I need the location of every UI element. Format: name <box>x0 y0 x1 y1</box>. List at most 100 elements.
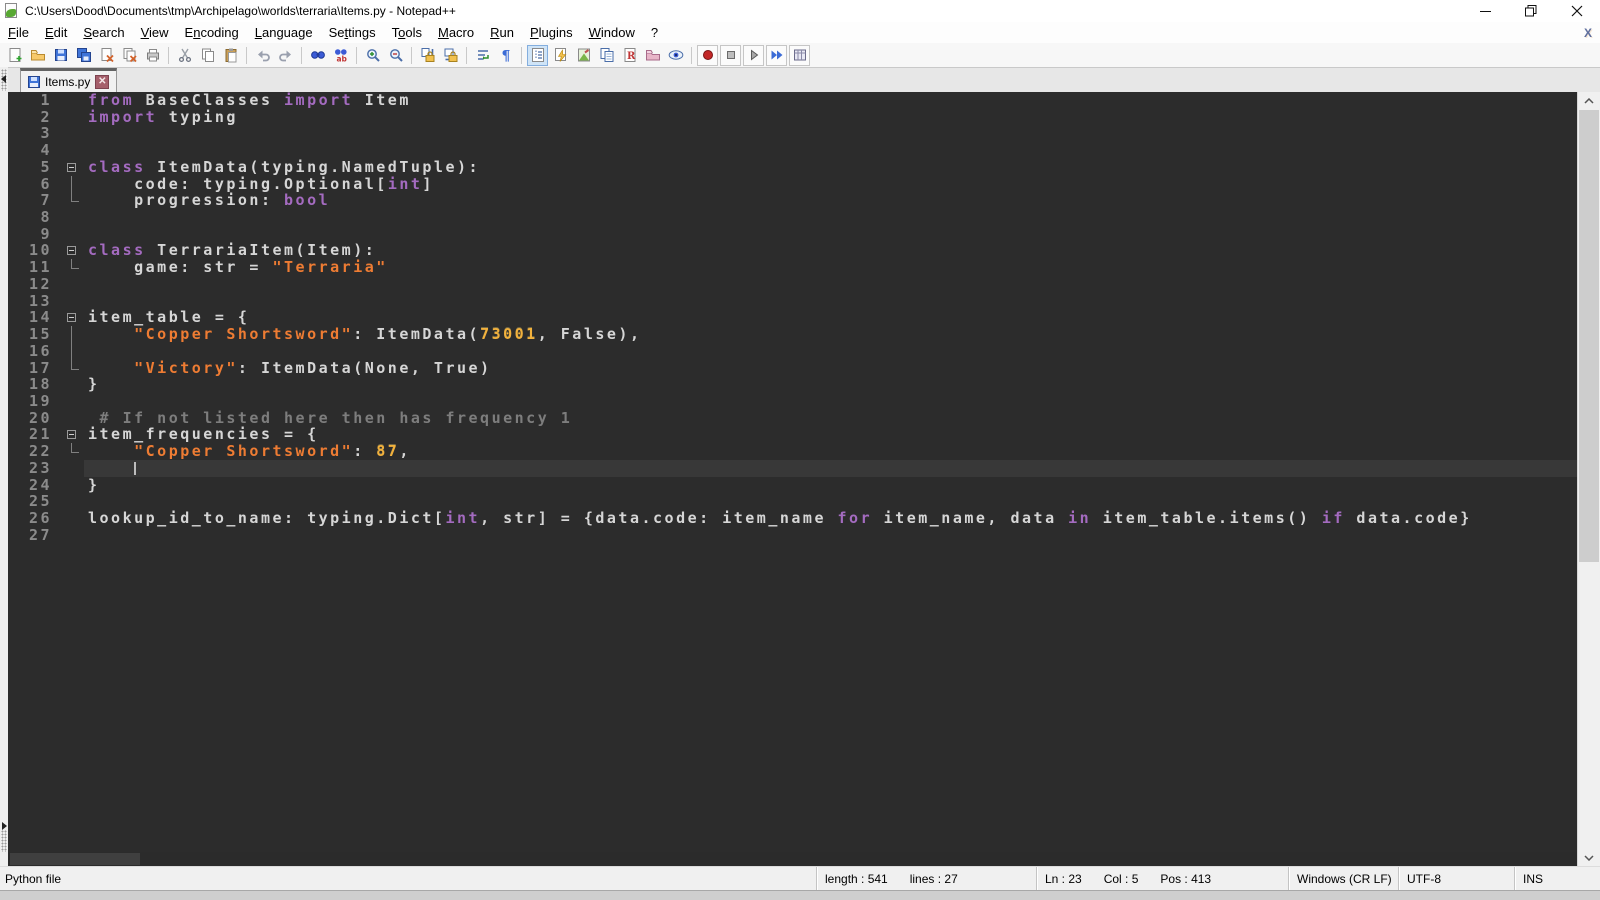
minimize-button[interactable] <box>1462 0 1508 22</box>
fold-collapse-icon[interactable] <box>67 163 76 172</box>
monitoring-button[interactable] <box>665 45 686 66</box>
show-all-characters-button[interactable]: ¶ <box>495 45 516 66</box>
menu-item-view[interactable]: View <box>133 22 177 43</box>
code-text[interactable] <box>84 276 1577 293</box>
close-icon <box>1571 5 1583 17</box>
close-all-button[interactable] <box>119 45 140 66</box>
macro-record-button[interactable] <box>697 45 718 66</box>
code-text[interactable]: import typing <box>84 109 1577 126</box>
cut-button[interactable] <box>174 45 195 66</box>
menu-item-language[interactable]: Language <box>247 22 321 43</box>
code-text[interactable] <box>84 527 1577 544</box>
scroll-up-icon[interactable] <box>1578 92 1600 109</box>
vertical-scrollbar[interactable] <box>1577 92 1600 866</box>
restore-button[interactable] <box>1508 0 1554 22</box>
document-list-button[interactable] <box>596 45 617 66</box>
menu-item-run[interactable]: Run <box>482 22 522 43</box>
code-text[interactable]: item_frequencies = { <box>84 426 1577 443</box>
code-text[interactable]: game: str = "Terraria" <box>84 259 1577 276</box>
print-button[interactable] <box>142 45 163 66</box>
new-file-button[interactable] <box>4 45 25 66</box>
open-file-button[interactable] <box>27 45 48 66</box>
sync-horizontal-scrolling-button[interactable] <box>440 45 461 66</box>
menubar-close-document-icon[interactable]: X <box>1584 26 1592 40</box>
code-text[interactable]: "Victory": ItemData(None, True) <box>84 360 1577 377</box>
code-text[interactable]: } <box>84 477 1577 494</box>
menu-item-window[interactable]: Window <box>581 22 643 43</box>
code-text[interactable] <box>84 209 1577 226</box>
line-number: 8 <box>8 209 60 226</box>
vertical-scrollbar-thumb[interactable] <box>1579 110 1599 562</box>
fold-margin <box>60 343 84 360</box>
menu-item-[interactable]: ? <box>643 22 666 43</box>
code-text[interactable]: from BaseClasses import Item <box>84 92 1577 109</box>
show-indent-guide-button[interactable] <box>527 45 548 66</box>
menu-item-search[interactable]: Search <box>75 22 132 43</box>
code-text[interactable]: # If not listed here then has frequency … <box>84 410 1577 427</box>
scroll-down-icon[interactable] <box>1578 849 1600 866</box>
code-text[interactable]: class TerrariaItem(Item): <box>84 242 1577 259</box>
tab-scroll-left-icon[interactable] <box>1 75 6 83</box>
sync-vertical-scrolling-button[interactable] <box>417 45 438 66</box>
tab-close-icon[interactable]: ✕ <box>95 75 109 89</box>
macro-save-button[interactable] <box>789 45 810 66</box>
code-text[interactable]: "Copper Shortsword": 87, <box>84 443 1577 460</box>
fold-margin <box>60 176 84 193</box>
macro-play-button[interactable] <box>743 45 764 66</box>
horizontal-scrollbar[interactable] <box>8 852 1577 866</box>
word-wrap-button[interactable] <box>472 45 493 66</box>
menu-item-settings[interactable]: Settings <box>321 22 384 43</box>
save-all-button[interactable] <box>73 45 94 66</box>
macro-stop-button[interactable] <box>720 45 741 66</box>
document-map-button[interactable] <box>573 45 594 66</box>
menu-item-edit[interactable]: Edit <box>37 22 75 43</box>
menu-item-file[interactable]: File <box>0 22 37 43</box>
fold-collapse-icon[interactable] <box>67 430 76 439</box>
fold-corner-line <box>71 369 79 370</box>
horizontal-scrollbar-thumb[interactable] <box>10 853 140 865</box>
code-text[interactable] <box>84 293 1577 310</box>
zoom-in-button[interactable] <box>362 45 383 66</box>
folder-as-workspace-button[interactable] <box>642 45 663 66</box>
fold-collapse-icon[interactable] <box>67 313 76 322</box>
code-text[interactable] <box>84 460 1577 477</box>
code-text[interactable] <box>84 493 1577 510</box>
find-button[interactable] <box>307 45 328 66</box>
window-title: C:\Users\Dood\Documents\tmp\Archipelago\… <box>25 4 456 18</box>
fold-collapse-icon[interactable] <box>67 246 76 255</box>
code-text[interactable]: class ItemData(typing.NamedTuple): <box>84 159 1577 176</box>
close-button[interactable] <box>96 45 117 66</box>
code-text[interactable]: "Copper Shortsword": ItemData(73001, Fal… <box>84 326 1577 343</box>
user-defined-language-button[interactable]: R <box>619 45 640 66</box>
code-text[interactable] <box>84 393 1577 410</box>
close-button[interactable] <box>1554 0 1600 22</box>
code-text[interactable]: } <box>84 376 1577 393</box>
code-text[interactable] <box>84 125 1577 142</box>
code-text[interactable] <box>84 343 1577 360</box>
code-text[interactable]: progression: bool <box>84 192 1577 209</box>
replace-button[interactable]: ab <box>330 45 351 66</box>
editor[interactable]: 1from BaseClasses import Item2import typ… <box>8 92 1577 852</box>
fold-corner-line <box>71 201 79 202</box>
code-text[interactable] <box>84 142 1577 159</box>
menu-item-plugins[interactable]: Plugins <box>522 22 581 43</box>
redo-button[interactable] <box>275 45 296 66</box>
menu-item-macro[interactable]: Macro <box>430 22 482 43</box>
paste-button[interactable] <box>220 45 241 66</box>
code-text[interactable]: item_table = { <box>84 309 1577 326</box>
toolbar-separator <box>691 47 692 64</box>
function-list-button[interactable] <box>550 45 571 66</box>
scroll-right-icon[interactable] <box>2 822 7 830</box>
menu-item-encoding[interactable]: Encoding <box>177 22 247 43</box>
copy-button[interactable] <box>197 45 218 66</box>
undo-button[interactable] <box>252 45 273 66</box>
code-text[interactable]: lookup_id_to_name: typing.Dict[int, str]… <box>84 510 1577 527</box>
save-button[interactable] <box>50 45 71 66</box>
token-d: TerrariaItem(Item): <box>146 241 377 259</box>
macro-run-multiple-button[interactable] <box>766 45 787 66</box>
tab-items-py[interactable]: Items.py ✕ <box>20 68 117 92</box>
code-text[interactable]: code: typing.Optional[int] <box>84 176 1577 193</box>
menu-item-tools[interactable]: Tools <box>384 22 430 43</box>
zoom-out-button[interactable] <box>385 45 406 66</box>
code-text[interactable] <box>84 226 1577 243</box>
